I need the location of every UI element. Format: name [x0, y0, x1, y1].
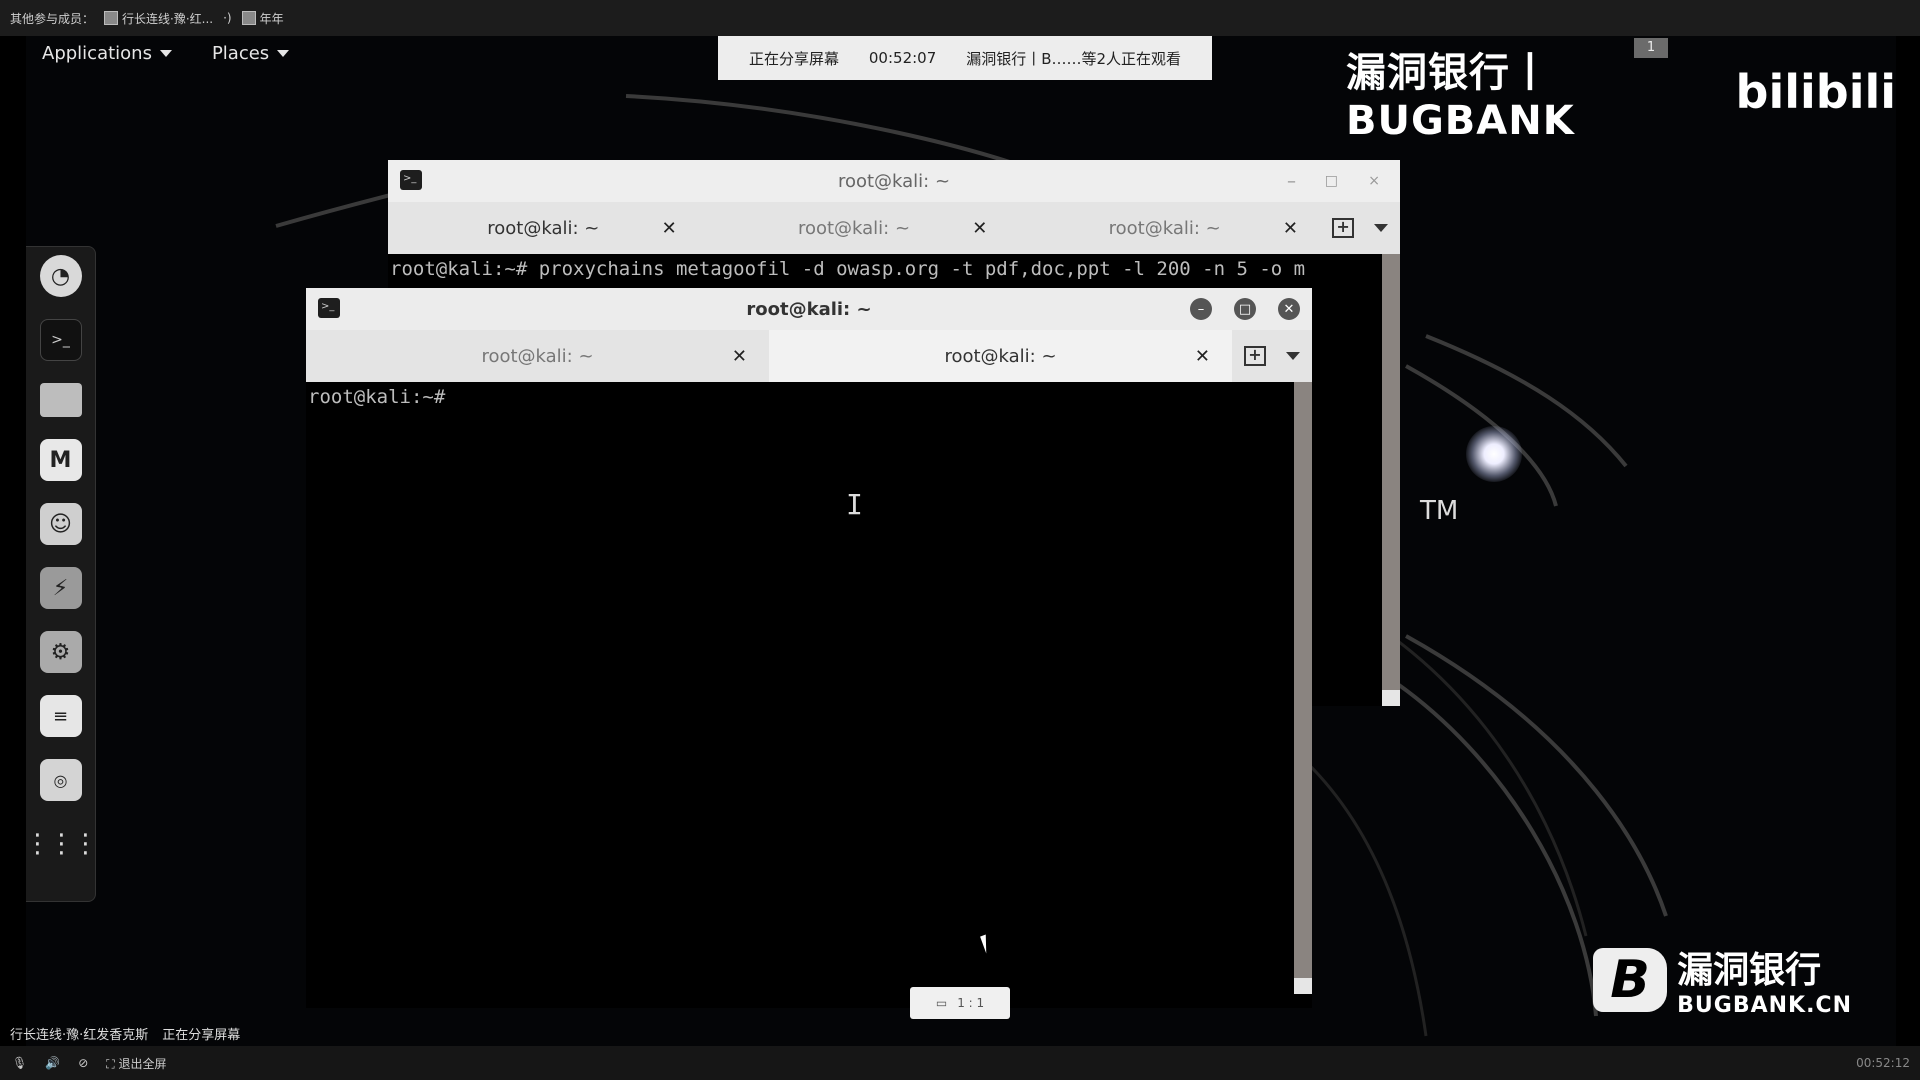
terminal-titlebar[interactable]: >_ root@kali: ~ – □ ✕ [306, 288, 1312, 330]
participant-name: 行长连线·豫·红... [122, 11, 214, 26]
screen-icon: ▭ [935, 996, 948, 1010]
maltego-icon[interactable]: ⚙ [39, 631, 82, 673]
window-title: root@kali: ~ [746, 298, 872, 320]
show-apps-icon[interactable]: ⋮⋮⋮ [26, 823, 99, 865]
participant-name: 年年 [259, 11, 284, 26]
applications-menu[interactable]: Applications [42, 43, 172, 64]
terminal-tab[interactable]: root@kali: ~ ✕ [1009, 202, 1320, 254]
terminal-titlebar[interactable]: >_ root@kali: ~ – □ × [388, 160, 1400, 202]
meeting-top-bar: 其他参与成员： 行长连线·豫·红... ·) 年年 [0, 0, 1920, 36]
scrollbar[interactable] [1382, 254, 1400, 704]
tab-menu-icon[interactable] [1286, 352, 1300, 360]
fullscreen-icon: ⛶ [106, 1056, 115, 1071]
maximize-icon[interactable]: □ [1325, 173, 1338, 189]
bugbank-top-watermark: 漏洞银行丨BUGBANK bilibili [1346, 40, 1896, 144]
scrollbar-end [1294, 978, 1312, 994]
bilibili-logo: bilibili [1735, 65, 1896, 119]
ratio-button[interactable]: ▭ 1 : 1 [910, 987, 1010, 1019]
terminal-icon[interactable]: >_ [39, 319, 82, 361]
chevron-down-icon [277, 49, 290, 57]
presenter-name: 行长连线·豫·红发香克斯 [10, 1028, 149, 1043]
terminal-tab[interactable]: root@kali: ~ ✕ [388, 202, 699, 254]
share-viewers: 漏洞银行丨B……等2人正在观看 [966, 49, 1182, 68]
places-label: Places [211, 42, 270, 64]
gnome-dock: ◔ >_ M ☺ ⚡ ⚙ ≡ ◎ ⋮⋮⋮ [26, 246, 99, 902]
sharing-label: 正在分享屏幕 [162, 1028, 241, 1043]
close-tab-icon[interactable]: ✕ [972, 218, 987, 239]
close-tab-icon[interactable]: ✕ [1195, 346, 1210, 367]
viewer-count-badge: 1 [1634, 38, 1668, 58]
files-icon[interactable] [39, 383, 82, 417]
tab-label: root@kali: ~ [487, 217, 600, 239]
minimize-icon[interactable]: – [1190, 298, 1212, 320]
terminal-app-icon: >_ [318, 298, 340, 318]
dragon-eye-glow [1466, 426, 1522, 482]
firefox-icon[interactable]: ◔ [39, 255, 82, 297]
screen-share-banner[interactable]: 正在分享屏幕 00:52:07 漏洞银行丨B……等2人正在观看 [718, 36, 1212, 80]
terminal-window-front[interactable]: >_ root@kali: ~ – □ ✕ root@kali: ~ ✕ roo… [306, 288, 1312, 1008]
gnome-top-panel: Applications Places [26, 36, 290, 70]
tab-label: root@kali: ~ [1108, 217, 1221, 239]
camera-off-icon[interactable]: ⊘ [78, 1056, 88, 1070]
close-tab-icon[interactable]: ✕ [1283, 218, 1298, 239]
share-status-line: 行长连线·豫·红发香克斯 正在分享屏幕 [10, 1024, 240, 1043]
bugbank-bottom-watermark: B 漏洞银行 BUGBANK.CN [1593, 941, 1852, 1018]
participants-label: 其他参与成员： [10, 11, 95, 26]
clock: 00:52:12 [1856, 1056, 1910, 1070]
trademark-label: TM [1420, 496, 1459, 526]
participant-avatar-icon [104, 11, 119, 25]
scrollbar-end [1382, 690, 1400, 706]
exit-fullscreen-button[interactable]: ⛶ 退出全屏 [106, 1055, 166, 1072]
terminal-tab[interactable]: root@kali: ~ ✕ [699, 202, 1010, 254]
exit-fullscreen-label: 退出全屏 [118, 1056, 167, 1071]
chevron-down-icon [159, 49, 172, 57]
scrollbar[interactable] [1294, 382, 1312, 992]
minimize-icon[interactable]: – [1287, 171, 1296, 192]
close-icon[interactable]: ✕ [1278, 298, 1300, 320]
new-tab-icon[interactable]: + [1332, 218, 1355, 238]
microphone-icon[interactable]: 🎙 [12, 1056, 27, 1070]
applications-label: Applications [42, 42, 152, 64]
tab-menu-icon[interactable] [1374, 224, 1389, 232]
leafpad-icon[interactable]: ≡ [39, 695, 82, 737]
terminal-prompt[interactable]: root@kali:~# [306, 382, 1312, 412]
new-tab-icon[interactable]: + [1244, 346, 1266, 366]
maximize-icon[interactable]: □ [1234, 298, 1256, 320]
cherrytree-icon[interactable]: ◎ [39, 759, 82, 801]
close-tab-icon[interactable]: ✕ [732, 346, 747, 367]
bugbank-logo: B [1593, 947, 1668, 1012]
armitage-icon[interactable]: ☺ [39, 503, 82, 545]
share-status: 正在分享屏幕 [748, 49, 839, 68]
burpsuite-icon[interactable]: ⚡ [39, 567, 82, 609]
participant-chip-1[interactable]: 行长连线·豫·红... [104, 10, 213, 27]
places-menu[interactable]: Places [211, 42, 290, 64]
terminal-tab[interactable]: root@kali: ~ ✕ [306, 330, 769, 382]
terminal-tab[interactable]: root@kali: ~ ✕ [769, 330, 1232, 382]
participant-chip-2[interactable]: 年年 [241, 10, 284, 27]
share-timer: 00:52:07 [868, 49, 937, 67]
participant-avatar-icon [241, 11, 256, 25]
close-tab-icon[interactable]: ✕ [662, 218, 677, 239]
meeting-bottom-bar: 🎙 🔊 ⊘ ⛶ 退出全屏 00:52:12 [0, 1046, 1920, 1080]
tab-label: root@kali: ~ [944, 345, 1057, 367]
ratio-label: 1 : 1 [957, 996, 985, 1010]
metasploit-icon[interactable]: M [39, 439, 82, 481]
volume-icon[interactable]: 🔊 [45, 1056, 60, 1070]
close-icon[interactable]: × [1368, 173, 1380, 189]
terminal-tab-bar: root@kali: ~ ✕ root@kali: ~ ✕ + [306, 330, 1312, 382]
tab-label: root@kali: ~ [481, 345, 594, 367]
terminal-app-icon: >_ [400, 170, 422, 190]
tab-label: root@kali: ~ [797, 217, 911, 239]
speaker-icon: ·) [223, 11, 232, 25]
terminal-tab-bar: root@kali: ~ ✕ root@kali: ~ ✕ root@kali:… [388, 202, 1400, 254]
terminal-output-line: root@kali:~# proxychains metagoofil -d o… [390, 258, 1306, 280]
bugbank-cn: 漏洞银行 [1677, 950, 1822, 991]
window-title: root@kali: ~ [837, 170, 951, 192]
text-cursor-icon: I [846, 488, 863, 521]
bugbank-en: BUGBANK.CN [1677, 993, 1852, 1018]
shared-screen: V A TM Applications Places 正在分享屏幕 00:52:… [26, 36, 1896, 1046]
